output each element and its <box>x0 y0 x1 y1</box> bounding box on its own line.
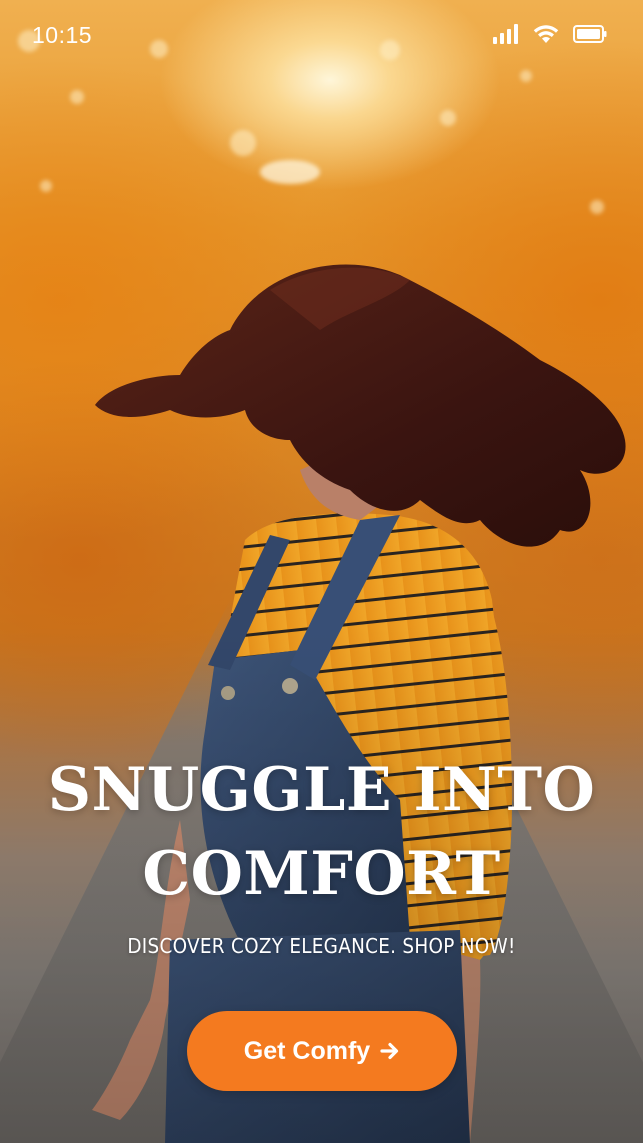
signal-icon <box>493 24 518 44</box>
hero-title: SNUGGLE INTO COMFORT <box>47 755 596 909</box>
wifi-icon <box>533 25 559 43</box>
battery-icon <box>573 25 607 43</box>
app-screen: 10:15 SNUGGLE INTO COMFORT DISCOVER COZY <box>0 0 643 1143</box>
status-icons <box>493 24 607 44</box>
get-comfy-button[interactable]: Get Comfy <box>187 1011 457 1091</box>
status-bar: 10:15 <box>0 0 643 70</box>
hero-section: SNUGGLE INTO COMFORT DISCOVER COZY ELEGA… <box>0 748 643 958</box>
hero-subtitle: DISCOVER COZY ELEGANCE. SHOP NOW! <box>127 934 516 958</box>
arrow-right-icon <box>380 1041 400 1061</box>
status-time: 10:15 <box>32 22 93 48</box>
get-comfy-button-label: Get Comfy <box>243 1036 371 1065</box>
